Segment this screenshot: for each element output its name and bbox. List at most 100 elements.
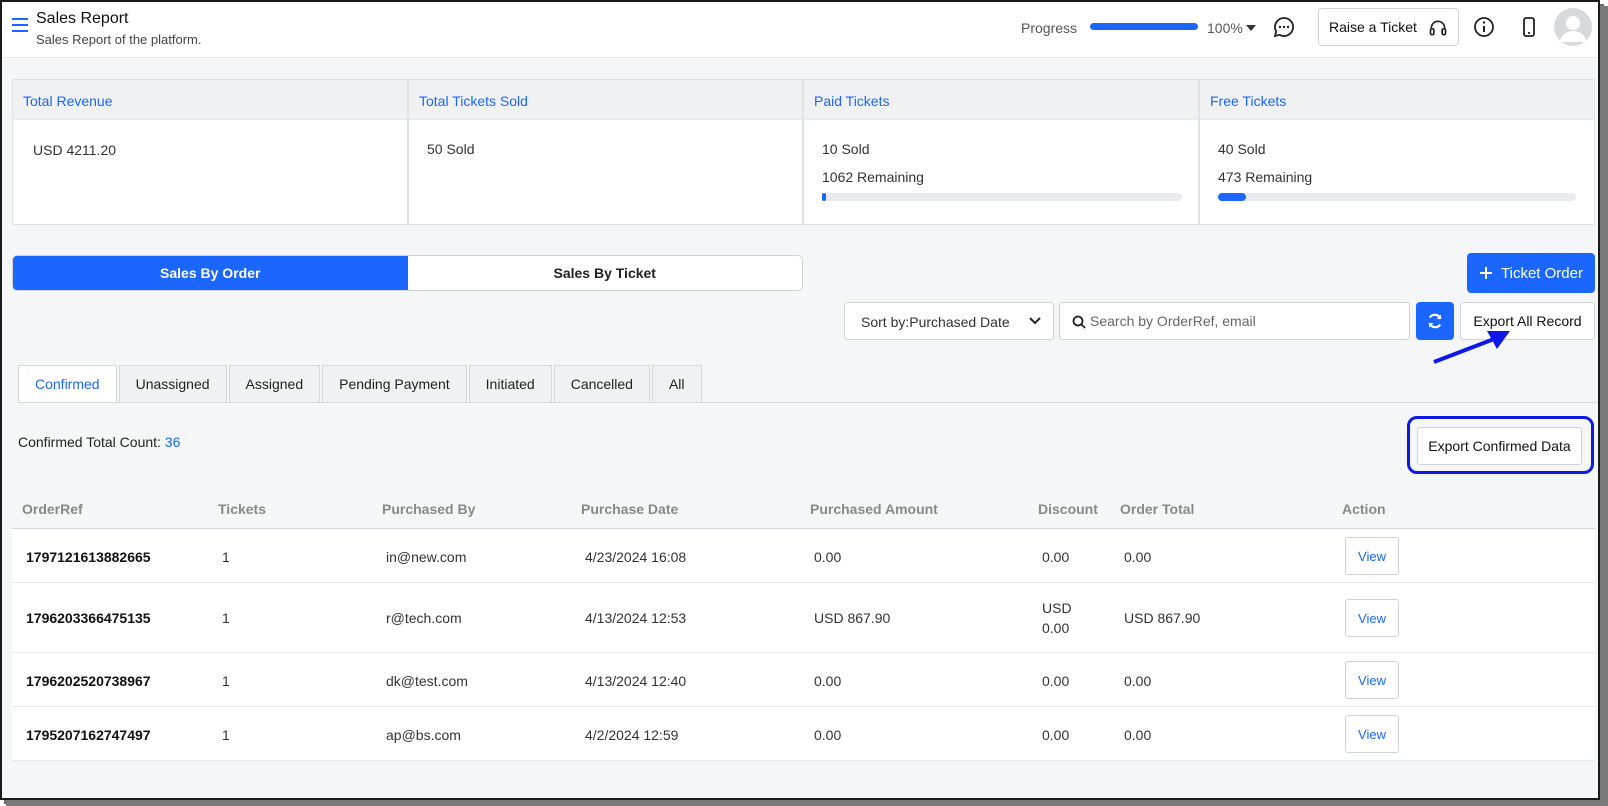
stat-card-total-tickets: Total Tickets Sold 50 Sold: [408, 79, 803, 225]
purchased-amount-cell: 0.00: [814, 549, 842, 565]
tickets-cell: 1: [222, 727, 230, 743]
order-ref: 1796202520738967: [26, 673, 151, 689]
purchased-by-cell: ap@bs.com: [386, 727, 461, 743]
table-row: 1797121613882665 1 in@new.com 4/23/2024 …: [12, 529, 1595, 583]
stat-remaining: 473 Remaining: [1218, 169, 1313, 185]
raise-ticket-button[interactable]: Raise a Ticket: [1318, 8, 1459, 46]
column-header: Discount: [1038, 501, 1098, 517]
stat-value: USD 4211.20: [33, 142, 117, 158]
tab-all[interactable]: All: [651, 365, 702, 402]
progress-dropdown-icon[interactable]: [1246, 25, 1256, 31]
tab-assigned[interactable]: Assigned: [228, 365, 321, 402]
column-header: Purchased Amount: [810, 501, 938, 517]
column-header: OrderRef: [22, 501, 83, 517]
status-tabs: Confirmed Unassigned Assigned Pending Pa…: [18, 365, 704, 402]
purchase-date-cell: 4/13/2024 12:40: [585, 673, 687, 689]
view-button[interactable]: View: [1345, 537, 1399, 575]
stat-card-title: Total Revenue: [13, 80, 407, 120]
purchased-by-cell: r@tech.com: [386, 610, 462, 626]
count-label: Confirmed Total Count:: [18, 434, 165, 450]
purchased-amount-cell: 0.00: [814, 673, 842, 689]
window-shadow: [1600, 6, 1608, 806]
tickets-cell: 1: [222, 610, 230, 626]
info-icon[interactable]: [1472, 15, 1496, 39]
view-button[interactable]: View: [1345, 599, 1399, 637]
order-total-cell: 0.00: [1124, 549, 1152, 565]
discount-cell: 0.00: [1042, 549, 1070, 565]
headset-icon: [1429, 20, 1447, 36]
main-content: Total Revenue USD 4211.20 Total Tickets …: [2, 59, 1598, 798]
table-row: 1796203366475135 1 r@tech.com 4/13/2024 …: [12, 583, 1595, 653]
purchase-date-cell: 4/13/2024 12:53: [585, 610, 687, 626]
stat-card-free-tickets: Free Tickets 40 Sold 473 Remaining: [1199, 79, 1595, 225]
order-total-cell: USD 867.90: [1124, 610, 1201, 626]
tickets-cell: 1: [222, 549, 230, 565]
progress-value: 100%: [1207, 20, 1243, 36]
tab-confirmed[interactable]: Confirmed: [18, 365, 117, 402]
tab-cancelled[interactable]: Cancelled: [553, 365, 650, 402]
purchase-date-cell: 4/2/2024 12:59: [585, 727, 679, 743]
tab-pending-payment[interactable]: Pending Payment: [322, 365, 467, 402]
sort-select-value: Sort by:Purchased Date: [861, 314, 1010, 330]
order-ref: 1796203366475135: [26, 610, 151, 626]
discount-cell: 0.00: [1042, 620, 1070, 636]
order-total-cell: 0.00: [1124, 673, 1152, 689]
confirmed-total-count: Confirmed Total Count: 36: [18, 434, 180, 450]
chat-icon[interactable]: [1272, 15, 1296, 39]
mobile-icon[interactable]: [1517, 15, 1541, 39]
search-box: [1059, 302, 1410, 340]
search-input[interactable]: [1090, 311, 1400, 331]
stat-card-title: Paid Tickets: [804, 80, 1198, 120]
progress-label: Progress: [1021, 20, 1078, 36]
discount-currency: USD: [1042, 600, 1072, 616]
annotation-arrow-icon: [1433, 331, 1510, 364]
avatar[interactable]: [1554, 8, 1592, 46]
order-ref: 1797121613882665: [26, 549, 151, 565]
view-button[interactable]: View: [1345, 661, 1399, 699]
purchased-amount-cell: USD 867.90: [814, 610, 891, 626]
purchased-amount-cell: 0.00: [814, 727, 842, 743]
purchased-by-cell: dk@test.com: [386, 673, 468, 689]
tickets-cell: 1: [222, 673, 230, 689]
column-header: Purchase Date: [581, 501, 679, 517]
page-title: Sales Report: [36, 10, 129, 27]
discount-cell: 0.00: [1042, 727, 1070, 743]
sort-select[interactable]: Sort by:Purchased Date: [844, 302, 1054, 340]
view-toggle: Sales By Order Sales By Ticket: [12, 255, 803, 291]
search-icon: [1072, 315, 1086, 329]
table-header: OrderRef Tickets Purchased By Purchase D…: [12, 489, 1595, 529]
stat-value: 50 Sold: [427, 141, 475, 157]
ticket-order-label: Ticket Order: [1501, 264, 1583, 282]
stat-card-title: Free Tickets: [1200, 80, 1594, 120]
top-header: Sales Report Sales Report of the platfor…: [2, 2, 1598, 58]
stat-card-title: Total Tickets Sold: [409, 80, 802, 120]
stat-card-paid-tickets: Paid Tickets 10 Sold 1062 Remaining: [803, 79, 1199, 225]
sales-by-order-tab[interactable]: Sales By Order: [13, 256, 408, 290]
hamburger-menu-icon[interactable]: [12, 18, 28, 34]
stat-progress-bar: [1218, 193, 1576, 201]
stat-sold: 40 Sold: [1218, 141, 1266, 157]
export-confirmed-data-button[interactable]: Export Confirmed Data: [1417, 427, 1582, 465]
table-row: 1796202520738967 1 dk@test.com 4/13/2024…: [12, 653, 1595, 707]
column-header: Order Total: [1120, 501, 1195, 517]
order-total-cell: 0.00: [1124, 727, 1152, 743]
progress-bar: [1090, 23, 1198, 30]
stat-remaining: 1062 Remaining: [822, 169, 924, 185]
count-value: 36: [164, 434, 181, 450]
view-button[interactable]: View: [1345, 715, 1399, 753]
purchase-date-cell: 4/23/2024 16:08: [585, 549, 687, 565]
sales-by-ticket-tab[interactable]: Sales By Ticket: [408, 256, 803, 290]
chevron-down-icon: [1029, 317, 1041, 325]
orders-table: OrderRef Tickets Purchased By Purchase D…: [12, 489, 1595, 761]
stat-progress-bar: [822, 193, 1182, 201]
tab-unassigned[interactable]: Unassigned: [118, 365, 227, 402]
order-ref: 1795207162747497: [26, 727, 151, 743]
ticket-order-button[interactable]: Ticket Order: [1467, 253, 1595, 293]
stat-sold: 10 Sold: [822, 141, 870, 157]
window-shadow: [6, 800, 1608, 806]
column-header: Action: [1342, 501, 1386, 517]
tab-initiated[interactable]: Initiated: [468, 365, 552, 402]
discount-cell: 0.00: [1042, 673, 1070, 689]
plus-icon: [1480, 267, 1493, 279]
table-row: 1795207162747497 1 ap@bs.com 4/2/2024 12…: [12, 707, 1595, 761]
